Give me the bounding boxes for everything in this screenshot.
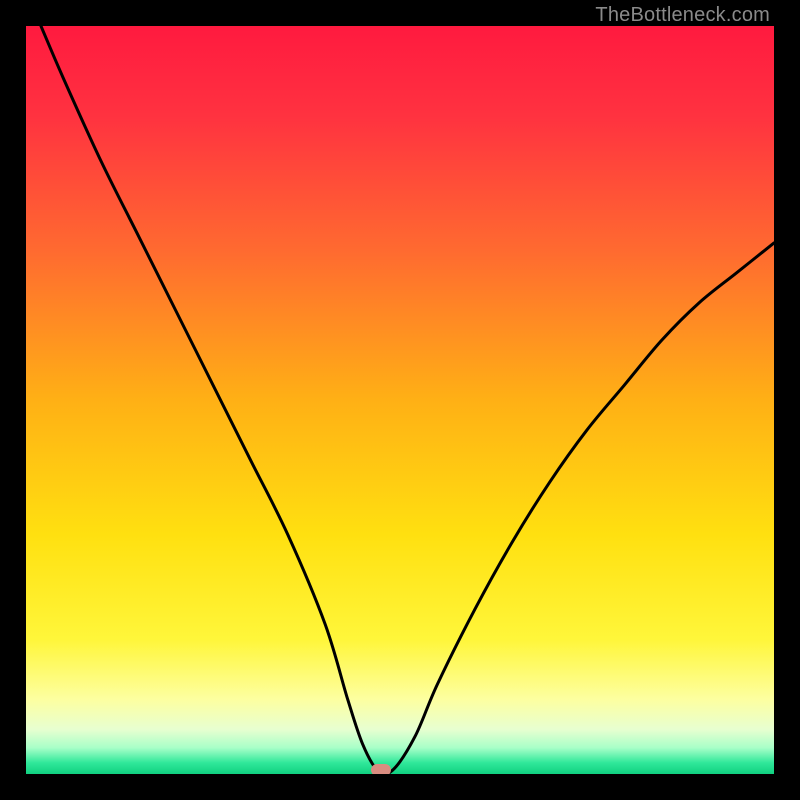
minimum-marker xyxy=(371,764,391,774)
chart-plot-area xyxy=(26,26,774,774)
curve-layer xyxy=(26,26,774,774)
bottleneck-curve xyxy=(41,26,774,774)
watermark-text: TheBottleneck.com xyxy=(595,4,770,27)
